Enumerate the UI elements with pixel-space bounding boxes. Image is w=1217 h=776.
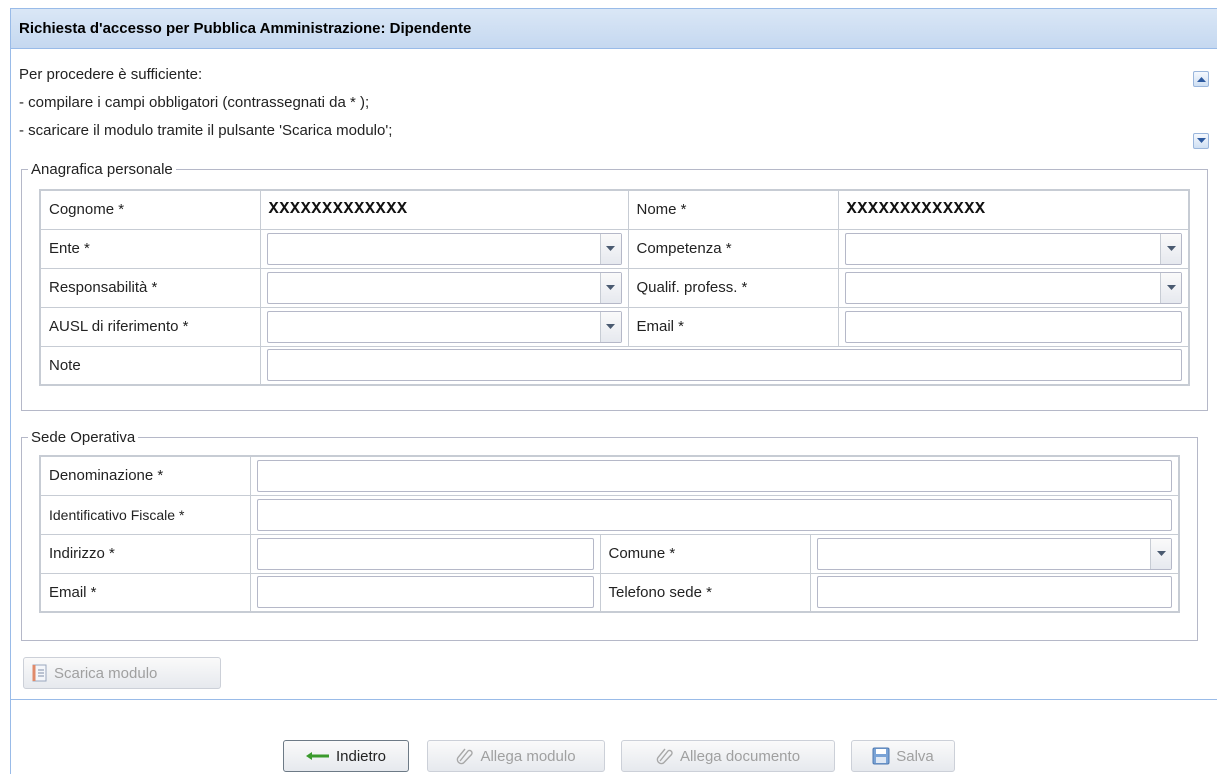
salva-button[interactable]: Salva: [851, 740, 955, 772]
chevron-down-icon: [1166, 284, 1176, 290]
panel-header: Richiesta d'accesso per Pubblica Amminis…: [11, 9, 1217, 49]
email-input[interactable]: [844, 310, 1182, 343]
ente-select[interactable]: [266, 232, 622, 265]
competenza-dropdown-trigger[interactable]: [1160, 233, 1181, 264]
footer-toolbar: Indietro Allega modulo Allega documento …: [11, 699, 1217, 774]
scroll-up-button[interactable]: [1193, 71, 1209, 87]
scarica-modulo-button[interactable]: Scarica modulo: [23, 657, 221, 689]
allega-modulo-button[interactable]: Allega modulo: [427, 740, 605, 772]
arrow-left-icon: [305, 752, 329, 760]
chevron-down-icon: [606, 284, 615, 290]
allega-documento-label: Allega documento: [679, 747, 801, 765]
chevron-down-icon: [1196, 138, 1206, 143]
denominazione-input[interactable]: [256, 459, 1172, 492]
document-icon: [32, 664, 47, 682]
scarica-modulo-label: Scarica modulo: [54, 664, 158, 682]
paperclip-icon: [656, 748, 673, 765]
note-input[interactable]: [266, 349, 1182, 382]
sede-email-label: Email *: [39, 572, 251, 613]
indirizzo-input[interactable]: [256, 537, 594, 570]
chevron-down-icon: [606, 323, 615, 329]
qualif-dropdown-trigger[interactable]: [1160, 272, 1181, 303]
ausl-dropdown-trigger[interactable]: [599, 311, 621, 342]
intro-line: - compilare i campi obbligatori (contras…: [19, 94, 370, 111]
intro-line: Per procedere è sufficiente:: [19, 66, 203, 83]
comune-dropdown-trigger[interactable]: [1150, 538, 1171, 569]
comune-select[interactable]: [816, 537, 1172, 570]
telefono-label: Telefono sede *: [599, 572, 811, 613]
ausl-select[interactable]: [266, 310, 622, 343]
telefono-input[interactable]: [816, 576, 1172, 609]
idfiscale-label: Identificativo Fiscale *: [39, 494, 251, 535]
qualif-select[interactable]: [844, 271, 1182, 304]
sede-grid: Denominazione * Identificativo Fiscale *…: [39, 455, 1180, 613]
comune-label: Comune *: [599, 533, 811, 574]
scroll-down-button[interactable]: [1193, 133, 1209, 149]
allega-modulo-label: Allega modulo: [480, 747, 576, 765]
indirizzo-label: Indirizzo *: [39, 533, 251, 574]
nome-value: XXXXXXXXXXXXX: [837, 189, 1190, 230]
cognome-label: Cognome *: [39, 189, 261, 230]
ente-dropdown-trigger[interactable]: [599, 233, 621, 264]
idfiscale-input[interactable]: [256, 498, 1172, 531]
cognome-value: XXXXXXXXXXXXX: [259, 189, 629, 230]
allega-documento-button[interactable]: Allega documento: [621, 740, 835, 772]
chevron-up-icon: [1196, 77, 1206, 82]
anagrafica-legend: Anagrafica personale: [31, 161, 173, 178]
ausl-label: AUSL di riferimento *: [39, 306, 261, 347]
responsabilita-label: Responsabilità *: [39, 267, 261, 308]
email-label: Email *: [627, 306, 839, 347]
note-label: Note: [39, 345, 261, 386]
salva-label: Salva: [896, 747, 934, 765]
responsabilita-select[interactable]: [266, 271, 622, 304]
indietro-label: Indietro: [335, 747, 387, 765]
qualif-label: Qualif. profess. *: [627, 267, 839, 308]
nome-label: Nome *: [627, 189, 839, 230]
anagrafica-grid: Cognome * XXXXXXXXXXXXX Nome * XXXXXXXXX…: [39, 189, 1190, 386]
intro-line: - scaricare il modulo tramite il pulsant…: [19, 122, 393, 139]
floppy-disk-icon: [872, 747, 890, 765]
sede-legend: Sede Operativa: [31, 429, 136, 446]
ente-label: Ente *: [39, 228, 261, 269]
responsabilita-dropdown-trigger[interactable]: [599, 272, 621, 303]
denominazione-label: Denominazione *: [39, 455, 251, 496]
indietro-button[interactable]: Indietro: [283, 740, 409, 772]
competenza-select[interactable]: [844, 232, 1182, 265]
sede-email-input[interactable]: [256, 576, 594, 609]
chevron-down-icon: [1156, 550, 1166, 556]
chevron-down-icon: [606, 245, 615, 251]
intro-text: Per procedere è sufficiente: - compilare…: [19, 61, 1199, 154]
panel-title: Richiesta d'accesso per Pubblica Amminis…: [19, 20, 472, 37]
paperclip-icon: [457, 748, 474, 765]
access-request-panel: Richiesta d'accesso per Pubblica Amminis…: [10, 8, 1217, 774]
competenza-label: Competenza *: [627, 228, 839, 269]
chevron-down-icon: [1166, 245, 1176, 251]
